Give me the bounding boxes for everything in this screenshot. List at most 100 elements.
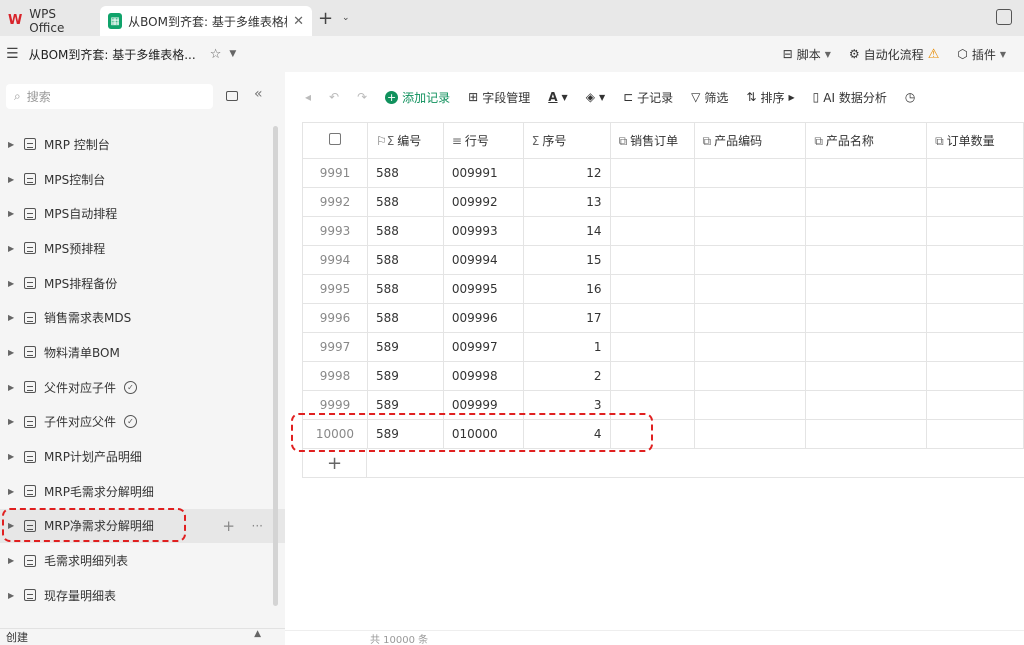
sidebar-item[interactable]: ▶ 父件对应子件 ✓ xyxy=(0,370,285,405)
field-manage-button[interactable]: ⊞ 字段管理 xyxy=(468,89,530,106)
cell-empty[interactable] xyxy=(609,187,695,217)
cell-empty[interactable] xyxy=(693,303,807,333)
cell-empty[interactable] xyxy=(926,419,1024,449)
sidebar-item[interactable]: ▶ 子件对应父件 ✓ xyxy=(0,405,285,440)
sidebar-footer[interactable]: 创建 ▲ xyxy=(0,628,285,645)
cell-empty[interactable] xyxy=(926,332,1024,362)
text-color-button[interactable]: A ▼ xyxy=(548,90,567,104)
expand-arrow-icon[interactable]: ▶ xyxy=(8,244,16,253)
redo-icon[interactable]: ↷ xyxy=(357,90,367,104)
cell-xh[interactable]: 4 xyxy=(522,419,611,449)
cell-empty[interactable] xyxy=(609,216,695,246)
cell-hh[interactable]: 009997 xyxy=(442,332,524,362)
cell-bh[interactable]: 588 xyxy=(366,216,444,246)
cell-empty[interactable] xyxy=(693,419,807,449)
cell-empty[interactable] xyxy=(693,216,807,246)
cell-bh[interactable]: 589 xyxy=(366,361,444,391)
new-tab-icon[interactable]: + xyxy=(318,8,338,29)
table-row[interactable]: 9993 588 009993 14 xyxy=(302,216,1024,246)
expand-arrow-icon[interactable]: ▶ xyxy=(8,521,16,530)
cell-xh[interactable]: 17 xyxy=(522,303,611,333)
cell-xh[interactable]: 2 xyxy=(522,361,611,391)
cell-empty[interactable] xyxy=(805,361,928,391)
column-header[interactable]: ⧉ 产品名称 xyxy=(805,122,928,159)
cell-bh[interactable]: 588 xyxy=(366,158,444,188)
column-header[interactable]: ⧉ 订单数量 xyxy=(926,122,1024,159)
sidebar-item[interactable]: ▶ MPS自动排程 xyxy=(0,196,285,231)
table-row[interactable]: 10000 589 010000 4 xyxy=(302,419,1024,449)
cell-empty[interactable] xyxy=(805,245,928,275)
filter-button[interactable]: ▽ 筛选 xyxy=(691,89,728,106)
column-header[interactable]: ⧉ 产品编码 xyxy=(693,122,807,159)
cell-empty[interactable] xyxy=(926,274,1024,304)
cell-empty[interactable] xyxy=(609,303,695,333)
cell-hh[interactable]: 009993 xyxy=(442,216,524,246)
sidebar-item[interactable]: ▶ MPS控制台 xyxy=(0,162,285,197)
select-all-checkbox[interactable] xyxy=(328,133,341,145)
sidebar-scrollbar[interactable] xyxy=(273,126,278,606)
cell-hh[interactable]: 009991 xyxy=(442,158,524,188)
cell-empty[interactable] xyxy=(693,245,807,275)
cell-empty[interactable] xyxy=(805,158,928,188)
cell-empty[interactable] xyxy=(926,216,1024,246)
cell-hh[interactable]: 010000 xyxy=(442,419,524,449)
cell-hh[interactable]: 009994 xyxy=(442,245,524,275)
table-row[interactable]: 9991 588 009991 12 xyxy=(302,158,1024,188)
history-icon[interactable]: ◷ xyxy=(905,90,915,104)
cell-empty[interactable] xyxy=(805,187,928,217)
cell-empty[interactable] xyxy=(926,245,1024,275)
expand-arrow-icon[interactable]: ▶ xyxy=(8,279,16,288)
cell-xh[interactable]: 16 xyxy=(522,274,611,304)
column-header[interactable]: ⚐Σ 编号 xyxy=(366,122,444,159)
table-row[interactable]: 9995 588 009995 16 xyxy=(302,274,1024,304)
cell-empty[interactable] xyxy=(805,303,928,333)
collapse-sidebar-icon[interactable]: « xyxy=(254,86,263,102)
menu-icon[interactable]: ☰ xyxy=(6,46,19,62)
sidebar-item[interactable]: ▶ MPS排程备份 xyxy=(0,266,285,301)
sidebar-item[interactable]: ▶ 销售需求表MDS xyxy=(0,300,285,335)
cell-hh[interactable]: 009996 xyxy=(442,303,524,333)
script-button[interactable]: ⊟ 脚本 ▼ xyxy=(783,46,831,63)
expand-arrow-icon[interactable]: ▶ xyxy=(8,175,16,184)
table-row[interactable]: 9998 589 009998 2 xyxy=(302,361,1024,391)
star-icon[interactable]: ☆ xyxy=(210,47,222,62)
cell-empty[interactable] xyxy=(805,332,928,362)
cell-xh[interactable]: 3 xyxy=(522,390,611,420)
table-row[interactable]: 9999 589 009999 3 xyxy=(302,390,1024,420)
ai-analysis-button[interactable]: ▯ AI 数据分析 xyxy=(813,89,887,106)
search-input[interactable]: ⌕ 搜索 xyxy=(6,84,213,109)
sidebar-item[interactable]: ▶ 毛需求明细列表 xyxy=(0,543,285,578)
cell-empty[interactable] xyxy=(805,216,928,246)
cell-bh[interactable]: 589 xyxy=(366,419,444,449)
select-all-cell[interactable] xyxy=(302,122,368,159)
collapse-arrow-icon[interactable]: ◂ xyxy=(305,90,311,104)
cell-xh[interactable]: 14 xyxy=(522,216,611,246)
cell-empty[interactable] xyxy=(693,332,807,362)
cell-bh[interactable]: 588 xyxy=(366,245,444,275)
table-row[interactable]: 9994 588 009994 15 xyxy=(302,245,1024,275)
expand-arrow-icon[interactable]: ▶ xyxy=(8,313,16,322)
cell-empty[interactable] xyxy=(609,158,695,188)
cell-empty[interactable] xyxy=(926,187,1024,217)
cell-empty[interactable] xyxy=(926,361,1024,391)
table-row[interactable]: 9996 588 009996 17 xyxy=(302,303,1024,333)
more-options-icon[interactable]: ··· xyxy=(252,519,263,533)
cell-hh[interactable]: 009992 xyxy=(442,187,524,217)
cell-empty[interactable] xyxy=(609,390,695,420)
cell-empty[interactable] xyxy=(805,274,928,304)
document-name[interactable]: 从BOM到齐套: 基于多维表格... xyxy=(29,46,196,63)
cell-empty[interactable] xyxy=(609,332,695,362)
sidebar-item[interactable]: ▶ 现存量明细表 xyxy=(0,578,285,613)
cell-bh[interactable]: 589 xyxy=(366,390,444,420)
table-row[interactable]: 9997 589 009997 1 xyxy=(302,332,1024,362)
cell-empty[interactable] xyxy=(609,274,695,304)
fill-color-button[interactable]: ◈ ▼ xyxy=(586,90,605,104)
sidebar-item[interactable]: ▶ MRP计划产品明细 xyxy=(0,439,285,474)
tab-list-dropdown-icon[interactable]: ⌄ xyxy=(342,13,350,23)
expand-arrow-icon[interactable]: ▶ xyxy=(8,383,16,392)
cell-empty[interactable] xyxy=(805,419,928,449)
automation-button[interactable]: ⚙ 自动化流程 ⚠ xyxy=(849,46,939,63)
window-mode-icon[interactable] xyxy=(996,9,1012,25)
cell-xh[interactable]: 12 xyxy=(522,158,611,188)
cell-bh[interactable]: 588 xyxy=(366,187,444,217)
